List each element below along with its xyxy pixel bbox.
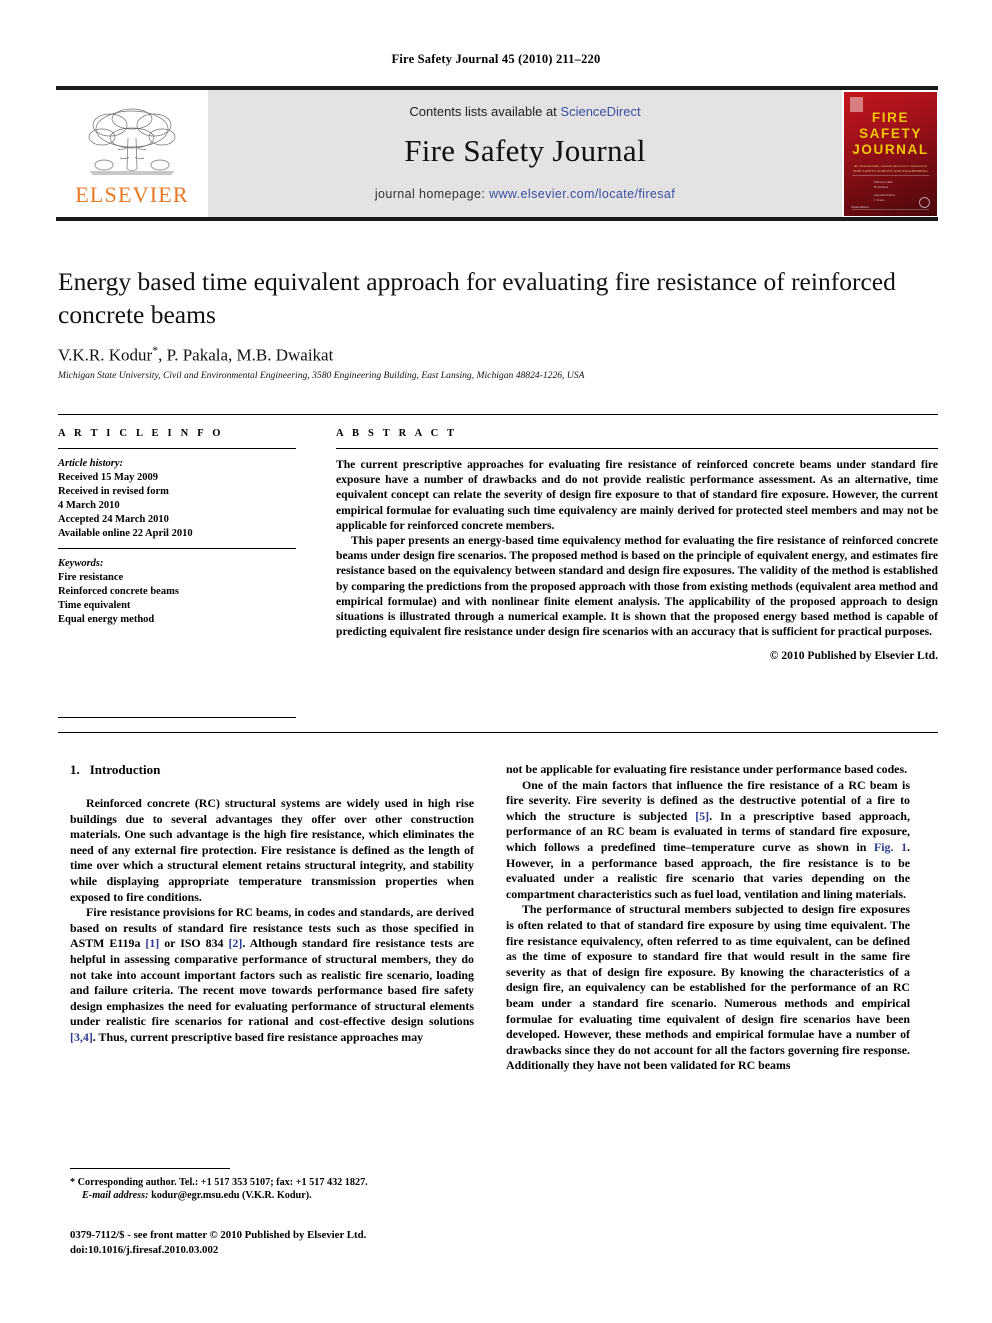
body-column-right: not be applicable for evaluating fire re… — [506, 762, 910, 1074]
history-line: Received 15 May 2009 — [58, 472, 159, 483]
abstract-column: A B S T R A C T The current prescriptive… — [336, 428, 938, 662]
footnote-rule — [70, 1168, 230, 1169]
info-abstract-bottom-rule — [58, 732, 938, 733]
figure-reference-link[interactable]: Fig. 1 — [874, 840, 907, 854]
doi-line[interactable]: doi:10.1016/j.firesaf.2010.03.002 — [70, 1243, 530, 1258]
paragraph-text: or ISO 834 — [159, 936, 229, 951]
email-note: E-mail address: kodur@egr.msu.edu (V.K.R… — [70, 1189, 474, 1202]
citation-ref-5[interactable]: [5] — [695, 809, 709, 823]
masthead-center: Contents lists available at ScienceDirec… — [208, 90, 842, 217]
keywords-label: Keywords: — [58, 558, 104, 569]
keyword-item: Equal energy method — [58, 614, 155, 625]
body-paragraph: The performance of structural members su… — [506, 902, 910, 1073]
elsevier-tree-icon — [88, 108, 176, 175]
citation-ref-3-4[interactable]: [3,4] — [70, 1030, 93, 1044]
article-title: Energy based time equivalent approach fo… — [58, 267, 896, 329]
abstract-rule — [336, 448, 938, 449]
cover-editor-name: B. Karlsson — [874, 184, 889, 189]
abstract-copyright: © 2010 Published by Elsevier Ltd. — [769, 649, 938, 663]
cover-title-line1: FIRE — [871, 109, 910, 125]
history-line: Accepted 24 March 2010 — [58, 514, 169, 525]
history-line: Available online 22 April 2010 — [58, 528, 193, 539]
author-list: V.K.R. Kodur*, P. Pakala, M.B. Dwaikat — [58, 343, 938, 366]
keyword-item: Reinforced concrete beams — [58, 586, 179, 597]
article-info-heading: A R T I C L E I N F O — [58, 428, 224, 439]
cover-rule-top — [852, 174, 929, 176]
section-number: 1. — [70, 762, 80, 777]
citation-ref-1[interactable]: [1] — [145, 936, 159, 950]
homepage-url-link[interactable]: www.elsevier.com/locate/firesaf — [489, 187, 675, 201]
author-others: , P. Pakala, M.B. Dwaikat — [158, 345, 334, 365]
body-paragraph: One of the main factors that influence t… — [506, 778, 910, 903]
cover-subtitle: An International Journal devoted to rese… — [853, 163, 928, 173]
author-corresponding: V.K.R. Kodur — [58, 345, 153, 365]
abstract-heading: A B S T R A C T — [336, 428, 458, 439]
footnote-marker: * — [70, 1177, 76, 1188]
article-history-label: Article history: — [58, 458, 124, 469]
sciencedirect-link[interactable]: ScienceDirect — [560, 104, 640, 119]
keywords-block: Keywords: Fire resistance Reinforced con… — [58, 557, 296, 627]
email-address[interactable]: kodur@egr.msu.edu (V.K.R. Kodur). — [151, 1190, 312, 1201]
elsevier-logo: ELSEVIER — [56, 90, 208, 217]
section-title: Introduction — [89, 762, 161, 777]
paragraph-text: . Thus, current prescriptive based fire … — [92, 1029, 424, 1044]
contents-prefix: Contents lists available at — [409, 104, 561, 119]
body-paragraph: not be applicable for evaluating fire re… — [506, 762, 908, 776]
body-paragraph: Reinforced concrete (RC) structural syst… — [70, 796, 474, 904]
info-abstract-top-rule — [58, 414, 938, 415]
article-info-bottom-rule — [58, 717, 296, 718]
keywords-rule — [58, 548, 296, 549]
journal-masthead: ELSEVIER Contents lists available at Sci… — [56, 86, 938, 221]
homepage-prefix: journal homepage: — [374, 187, 490, 201]
corresponding-author-note: Corresponding author. Tel.: +1 517 353 5… — [77, 1177, 368, 1188]
cover-title-line2: SAFETY — [859, 125, 922, 141]
body-column-left: 1. Introduction Reinforced concrete (RC) … — [70, 762, 474, 1046]
cover-footer-note: ScienceDirect — [851, 204, 869, 209]
article-history-block: Article history: Received 15 May 2009 Re… — [58, 457, 296, 541]
cover-assoc-names: J. Torero — [874, 197, 885, 202]
section-heading-introduction: 1. Introduction — [70, 762, 474, 778]
cover-editor-block: Editor-in-Chief — [874, 179, 893, 184]
imprint-block: 0379-7112/$ - see front matter © 2010 Pu… — [70, 1228, 530, 1257]
cover-title-line3: JOURNAL — [852, 141, 929, 157]
cover-title: FIRE SAFETY JOURNAL — [844, 110, 937, 158]
abstract-paragraph: This paper presents an energy-based time… — [336, 534, 938, 639]
history-line: Received in revised form — [58, 486, 169, 497]
body-paragraph: Fire resistance provisions for RC beams,… — [70, 905, 474, 1045]
cover-assoc-editors: Associate Editors — [874, 192, 896, 197]
issn-front-matter-line: 0379-7112/$ - see front matter © 2010 Pu… — [70, 1229, 367, 1241]
footnote-block: * Corresponding author. Tel.: +1 517 353… — [70, 1176, 474, 1203]
author-affiliation: Michigan State University, Civil and Env… — [58, 370, 585, 381]
journal-cover-thumbnail: FIRE SAFETY JOURNAL An International Jou… — [844, 91, 937, 216]
citation-ref-2[interactable]: [2] — [228, 936, 242, 950]
elsevier-wordmark: ELSEVIER — [75, 182, 189, 207]
cover-globe-icon — [919, 196, 930, 208]
history-line: 4 March 2010 — [58, 500, 120, 511]
running-head: Fire Safety Journal 45 (2010) 211–220 — [391, 52, 601, 66]
contents-lists-line: Contents lists available at ScienceDirec… — [409, 104, 640, 119]
journal-title: Fire Safety Journal — [404, 133, 646, 168]
journal-homepage-line: journal homepage: www.elsevier.com/locat… — [375, 187, 675, 201]
email-label: E-mail address: — [82, 1190, 149, 1202]
article-info-rule — [58, 448, 296, 449]
keyword-item: Fire resistance — [58, 572, 124, 583]
keyword-item: Time equivalent — [58, 600, 131, 611]
masthead-right: FIRE SAFETY JOURNAL An International Jou… — [842, 90, 938, 217]
article-page: Fire Safety Journal 45 (2010) 211–220 EL… — [0, 0, 992, 1323]
article-info-column: A R T I C L E I N F O Article history: R… — [58, 428, 296, 634]
abstract-paragraph: The current prescriptive approaches for … — [336, 458, 938, 532]
